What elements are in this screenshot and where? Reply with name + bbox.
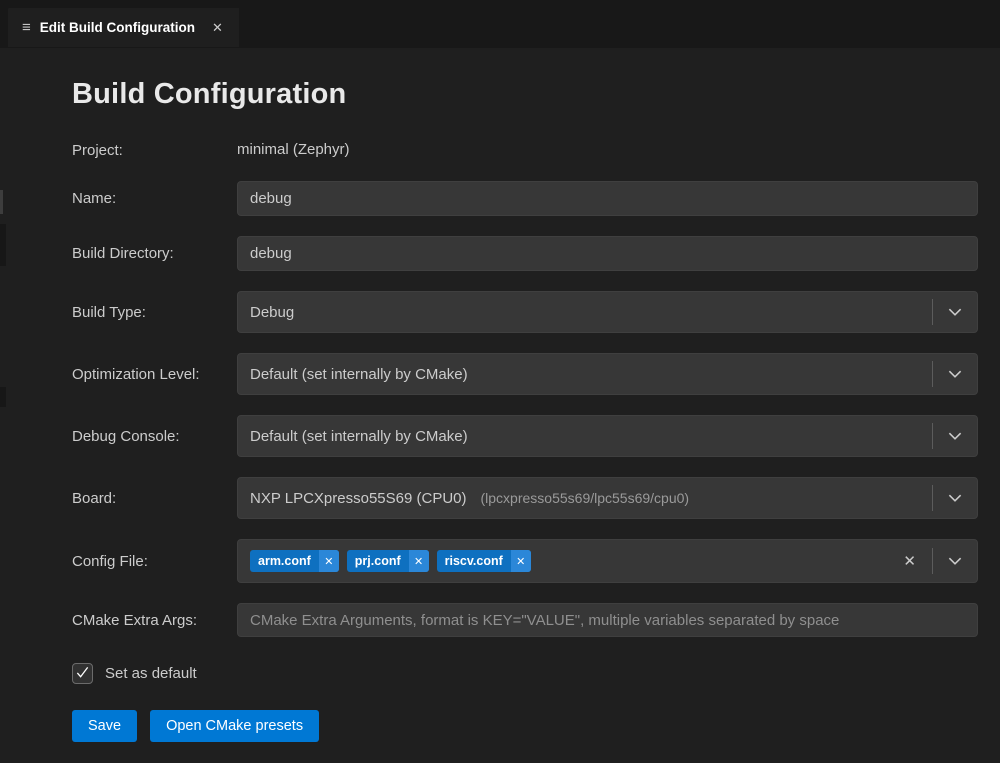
build-directory-input[interactable] bbox=[237, 236, 978, 271]
name-row: Name: bbox=[72, 181, 978, 216]
board-value: NXP LPCXpresso55S69 (CPU0) bbox=[250, 490, 467, 507]
board-row: Board: NXP LPCXpresso55S69 (CPU0) (lpcxp… bbox=[72, 477, 978, 519]
optimization-level-row: Optimization Level: Default (set interna… bbox=[72, 353, 978, 395]
build-type-row: Build Type: Debug bbox=[72, 291, 978, 333]
build-configuration-form: Build Configuration Project: minimal (Ze… bbox=[0, 48, 1000, 742]
config-file-select[interactable]: arm.conf ✕ prj.conf ✕ riscv.conf ✕ ✕ bbox=[237, 539, 978, 583]
set-as-default-row: Set as default bbox=[72, 663, 978, 684]
config-file-row: Config File: arm.conf ✕ prj.conf ✕ riscv… bbox=[72, 539, 978, 583]
chip-label: riscv.conf bbox=[437, 554, 511, 568]
optimization-level-select[interactable]: Default (set internally by CMake) bbox=[237, 353, 978, 395]
chevron-down-icon[interactable] bbox=[933, 478, 977, 518]
name-input[interactable] bbox=[237, 181, 978, 216]
debug-console-value: Default (set internally by CMake) bbox=[250, 428, 468, 445]
config-chip[interactable]: riscv.conf ✕ bbox=[437, 550, 531, 572]
chevron-down-icon[interactable] bbox=[933, 540, 977, 582]
build-type-select[interactable]: Debug bbox=[237, 291, 978, 333]
debug-console-row: Debug Console: Default (set internally b… bbox=[72, 415, 978, 457]
build-type-label: Build Type: bbox=[72, 304, 237, 321]
list-icon: ≡ bbox=[22, 20, 31, 35]
build-type-value: Debug bbox=[250, 304, 294, 321]
project-row: Project: minimal (Zephyr) bbox=[72, 141, 978, 159]
board-select[interactable]: NXP LPCXpresso55S69 (CPU0) (lpcxpresso55… bbox=[237, 477, 978, 519]
chevron-down-icon[interactable] bbox=[933, 416, 977, 456]
editor-tab-bar: ≡ Edit Build Configuration ✕ bbox=[0, 0, 1000, 48]
config-chip[interactable]: prj.conf ✕ bbox=[347, 550, 429, 572]
left-edge-decoration bbox=[0, 387, 6, 407]
save-button[interactable]: Save bbox=[72, 710, 137, 742]
chip-label: arm.conf bbox=[250, 554, 319, 568]
optimization-level-label: Optimization Level: bbox=[72, 366, 237, 383]
optimization-level-value: Default (set internally by CMake) bbox=[250, 366, 468, 383]
config-file-label: Config File: bbox=[72, 553, 237, 570]
chip-close-icon[interactable]: ✕ bbox=[511, 550, 531, 572]
page-title: Build Configuration bbox=[72, 78, 978, 111]
action-buttons: Save Open CMake presets bbox=[72, 710, 978, 742]
debug-console-select[interactable]: Default (set internally by CMake) bbox=[237, 415, 978, 457]
chevron-down-icon[interactable] bbox=[933, 354, 977, 394]
tab-edit-build-configuration[interactable]: ≡ Edit Build Configuration ✕ bbox=[8, 8, 239, 47]
name-label: Name: bbox=[72, 190, 237, 207]
board-label: Board: bbox=[72, 490, 237, 507]
open-cmake-presets-button[interactable]: Open CMake presets bbox=[150, 710, 319, 742]
build-directory-label: Build Directory: bbox=[72, 245, 237, 262]
build-directory-row: Build Directory: bbox=[72, 236, 978, 271]
chevron-down-icon[interactable] bbox=[933, 292, 977, 332]
cmake-extra-args-input[interactable] bbox=[237, 603, 978, 637]
project-label: Project: bbox=[72, 142, 237, 159]
clear-all-icon[interactable]: ✕ bbox=[887, 552, 932, 570]
config-file-chips: arm.conf ✕ prj.conf ✕ riscv.conf ✕ bbox=[250, 550, 531, 572]
left-edge-decoration bbox=[0, 190, 3, 214]
cmake-extra-args-label: CMake Extra Args: bbox=[72, 612, 237, 629]
chip-close-icon[interactable]: ✕ bbox=[409, 550, 429, 572]
left-edge-decoration bbox=[0, 224, 6, 266]
cmake-extra-args-row: CMake Extra Args: bbox=[72, 603, 978, 637]
chip-close-icon[interactable]: ✕ bbox=[319, 550, 339, 572]
project-value: minimal (Zephyr) bbox=[237, 141, 350, 158]
set-as-default-label: Set as default bbox=[105, 665, 197, 682]
debug-console-label: Debug Console: bbox=[72, 428, 237, 445]
chip-label: prj.conf bbox=[347, 554, 409, 568]
tab-title: Edit Build Configuration bbox=[40, 20, 195, 35]
config-chip[interactable]: arm.conf ✕ bbox=[250, 550, 339, 572]
tab-close-icon[interactable]: ✕ bbox=[208, 18, 227, 38]
set-as-default-checkbox[interactable] bbox=[72, 663, 93, 684]
board-detail: (lpcxpresso55s69/lpc55s69/cpu0) bbox=[481, 490, 690, 506]
